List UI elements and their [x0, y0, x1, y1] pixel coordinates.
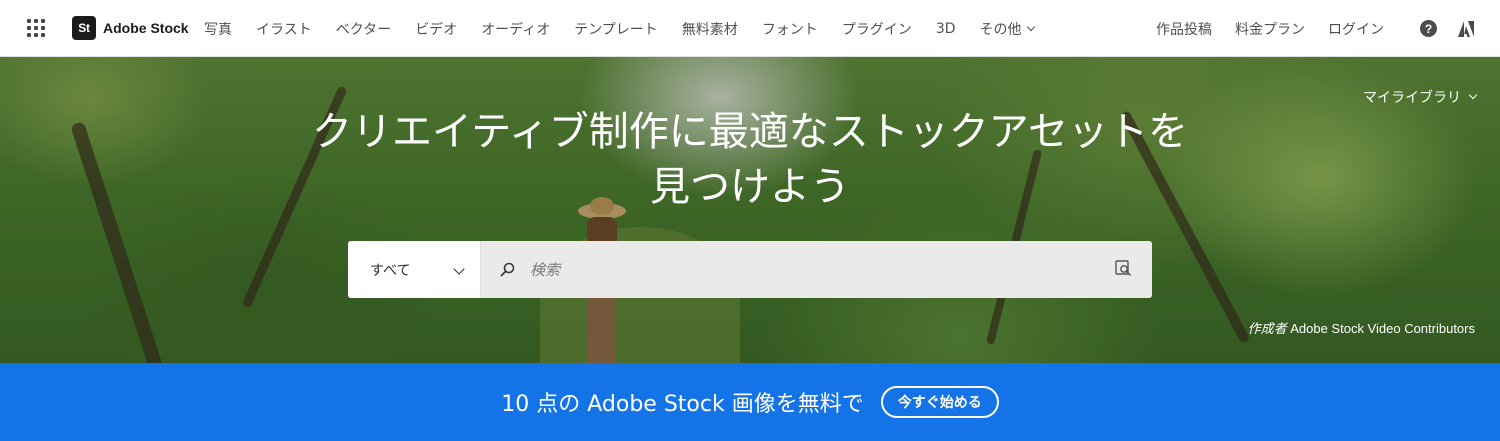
search-icon — [500, 262, 515, 277]
image-credit: 作成者 Adobe Stock Video Contributors — [1248, 318, 1475, 337]
visual-search-icon[interactable] — [1114, 259, 1132, 277]
help-icon[interactable]: ? — [1420, 20, 1437, 37]
nav-item-photos[interactable]: 写真 — [204, 19, 232, 39]
pricing-link[interactable]: 料金プラン — [1235, 19, 1305, 39]
hero-title: クリエイティブ制作に最適なストックアセットを見つけよう — [312, 109, 1188, 210]
nav-item-templates[interactable]: テンプレート — [574, 19, 658, 39]
credit-author[interactable]: Adobe Stock Video Contributors — [1290, 321, 1475, 336]
chevron-down-icon — [1026, 22, 1035, 31]
start-now-button[interactable]: 今すぐ始める — [880, 386, 999, 418]
nav-more-label: その他 — [979, 21, 1022, 38]
chevron-down-icon — [1468, 90, 1478, 100]
my-library-label: マイライブラリ — [1363, 90, 1461, 106]
my-library-dropdown[interactable]: マイライブラリ — [1363, 87, 1478, 107]
hero-banner: マイライブラリ クリエイティブ制作に最適なストックアセットを見つけよう すべて … — [0, 57, 1500, 363]
nav-item-3d[interactable]: 3D — [936, 21, 956, 37]
nav-item-vectors[interactable]: ベクター — [336, 19, 391, 39]
promo-text: 10 点の Adobe Stock 画像を無料で — [501, 392, 864, 417]
user-nav: 作品投稿 料金プラン ログイン ? — [1156, 0, 1500, 57]
search-type-label: すべて — [370, 262, 411, 279]
search-bar: すべて — [348, 241, 1152, 298]
search-type-dropdown[interactable]: すべて — [348, 241, 481, 298]
adobe-stock-logo-icon: St — [72, 16, 96, 40]
nav-item-videos[interactable]: ビデオ — [415, 19, 457, 39]
top-navigation: St Adobe Stock 写真 イラスト ベクター ビデオ オーディオ テン… — [0, 0, 1500, 57]
credit-by-label: 作成者 — [1247, 321, 1287, 336]
adobe-logo-icon[interactable] — [1457, 20, 1475, 38]
nav-item-free[interactable]: 無料素材 — [682, 19, 738, 39]
login-link[interactable]: ログイン — [1328, 19, 1384, 39]
brand-name: Adobe Stock — [103, 20, 189, 36]
nav-item-audio[interactable]: オーディオ — [481, 19, 550, 39]
grid-icon[interactable] — [27, 19, 45, 37]
contribute-link[interactable]: 作品投稿 — [1156, 19, 1212, 39]
brand-logo-link[interactable]: St Adobe Stock — [72, 16, 189, 40]
nav-item-plugins[interactable]: プラグイン — [842, 19, 912, 39]
nav-item-illustrations[interactable]: イラスト — [256, 19, 312, 39]
nav-item-fonts[interactable]: フォント — [762, 19, 818, 39]
search-input[interactable] — [481, 241, 1152, 298]
promo-banner: 10 点の Adobe Stock 画像を無料で 今すぐ始める — [0, 363, 1500, 441]
search-input-container — [481, 241, 1152, 298]
main-nav: 写真 イラスト ベクター ビデオ オーディオ テンプレート 無料素材 フォント … — [204, 0, 1058, 57]
chevron-down-icon — [453, 263, 465, 275]
nav-more-dropdown[interactable]: その他 — [979, 19, 1035, 39]
